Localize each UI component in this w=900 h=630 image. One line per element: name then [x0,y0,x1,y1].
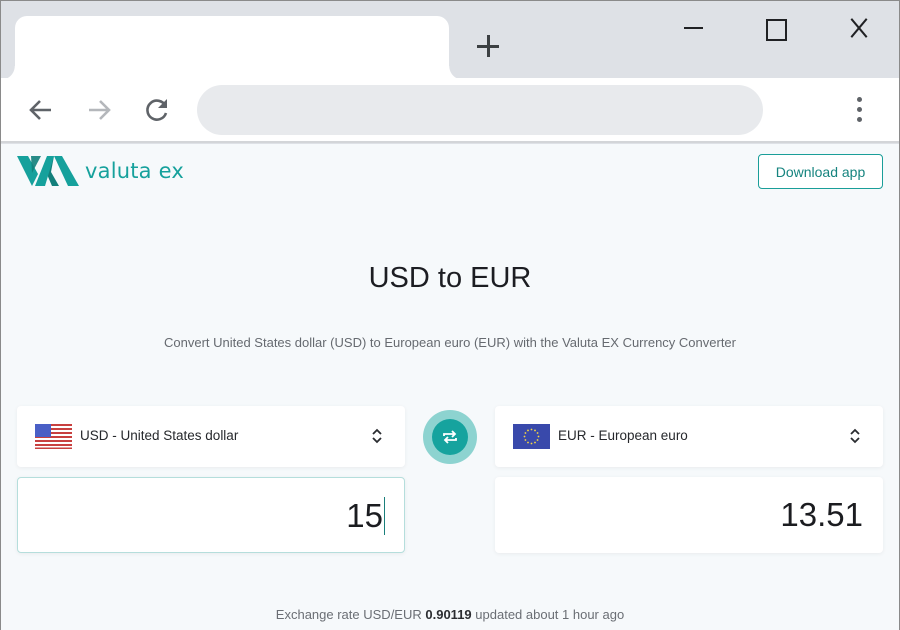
eu-star [527,429,529,432]
swap-arrows-icon [443,430,457,444]
browser-tab[interactable] [1,16,463,80]
logo[interactable]: valuta ex [17,154,184,188]
tab-strip [1,1,899,80]
address-bar[interactable] [197,85,763,135]
eu-star [537,435,540,438]
us-flag-icon [35,424,72,449]
text-cursor [384,497,385,535]
chevron-updown-icon [372,428,382,444]
back-button[interactable] [25,94,57,126]
from-currency-label: USD - United States dollar [80,428,239,443]
arrow-right-icon [89,100,111,120]
eu-star [530,428,533,431]
from-currency-select[interactable]: USD - United States dollar [17,406,405,467]
rate-updated: updated about 1 hour ago [475,607,625,622]
forward-button[interactable] [83,94,115,126]
rate-value: 0.90119 [425,607,472,622]
eu-star [536,439,539,441]
page-title: USD to EUR [368,262,532,294]
reload-icon [146,99,168,121]
browser-toolbar [1,78,899,143]
swap-currencies-button[interactable] [423,410,477,464]
download-app-button[interactable]: Download app [758,154,883,189]
eu-star [527,441,529,444]
reload-button[interactable] [141,94,173,126]
page-content: valuta ex Download app USD to EUR Conver… [1,144,899,630]
browser-menu-button[interactable] [847,94,871,126]
eu-flag-icon [513,424,550,449]
browser-window: valuta ex Download app USD to EUR Conver… [0,0,900,630]
chevron-updown-icon [850,428,860,444]
eu-star [524,439,527,441]
valuta-logo-icon [17,156,79,186]
minimize-button[interactable] [681,15,707,41]
eu-star [524,432,527,434]
to-currency-select[interactable]: EUR - European euro [495,406,883,467]
page-subtitle: Convert United States dollar (USD) to Eu… [163,335,736,350]
new-tab-button[interactable] [475,33,501,59]
eu-star [523,435,526,438]
close-window-button[interactable] [846,15,872,41]
logo-text: valuta ex [85,159,184,183]
eu-star [536,432,539,434]
kebab-menu-icon [857,97,862,102]
from-amount-input[interactable]: 15 [346,497,383,535]
eu-star [534,441,536,444]
to-currency-label: EUR - European euro [558,428,688,443]
to-amount-value[interactable]: 13.51 [780,496,863,534]
eu-star [534,429,536,432]
arrow-left-icon [29,100,51,120]
exchange-rate-info: Exchange rate USD/EUR 0.90119 updated ab… [1,607,899,622]
rate-prefix: Exchange rate USD/EUR [275,607,422,622]
eu-star [530,442,533,445]
from-amount-field[interactable]: 15 [17,477,405,553]
maximize-button[interactable] [762,15,788,41]
to-amount-field[interactable]: 13.51 [495,477,883,553]
